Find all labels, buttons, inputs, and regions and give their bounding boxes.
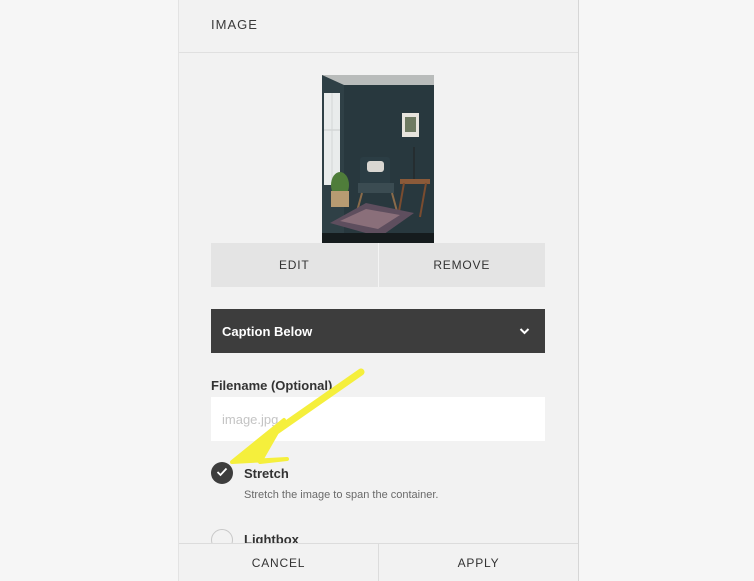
panel-title: IMAGE <box>211 17 258 32</box>
panel-footer: CANCEL APPLY <box>179 543 578 581</box>
filename-label: Filename (Optional) <box>211 378 333 393</box>
cancel-button[interactable]: CANCEL <box>179 544 378 581</box>
filename-input[interactable] <box>211 397 545 441</box>
image-block-editor: IMAGE EDIT REMOVE Caption Below Filename… <box>178 0 579 581</box>
caption-layout-value: Caption Below <box>222 323 313 339</box>
stretch-description: Stretch the image to span the container. <box>244 489 439 501</box>
room-photo <box>322 75 434 243</box>
caption-layout-select[interactable]: Caption Below <box>211 309 545 353</box>
panel-header: IMAGE <box>179 0 578 53</box>
stretch-label[interactable]: Stretch <box>244 466 289 481</box>
image-thumbnail[interactable] <box>322 75 434 243</box>
checkmark-icon <box>216 464 228 482</box>
image-actions: EDIT REMOVE <box>211 243 545 287</box>
edit-button[interactable]: EDIT <box>211 243 378 287</box>
remove-button[interactable]: REMOVE <box>377 243 545 287</box>
apply-button[interactable]: APPLY <box>378 544 578 581</box>
stretch-checkbox[interactable] <box>211 462 233 484</box>
chevron-down-icon <box>519 322 530 340</box>
